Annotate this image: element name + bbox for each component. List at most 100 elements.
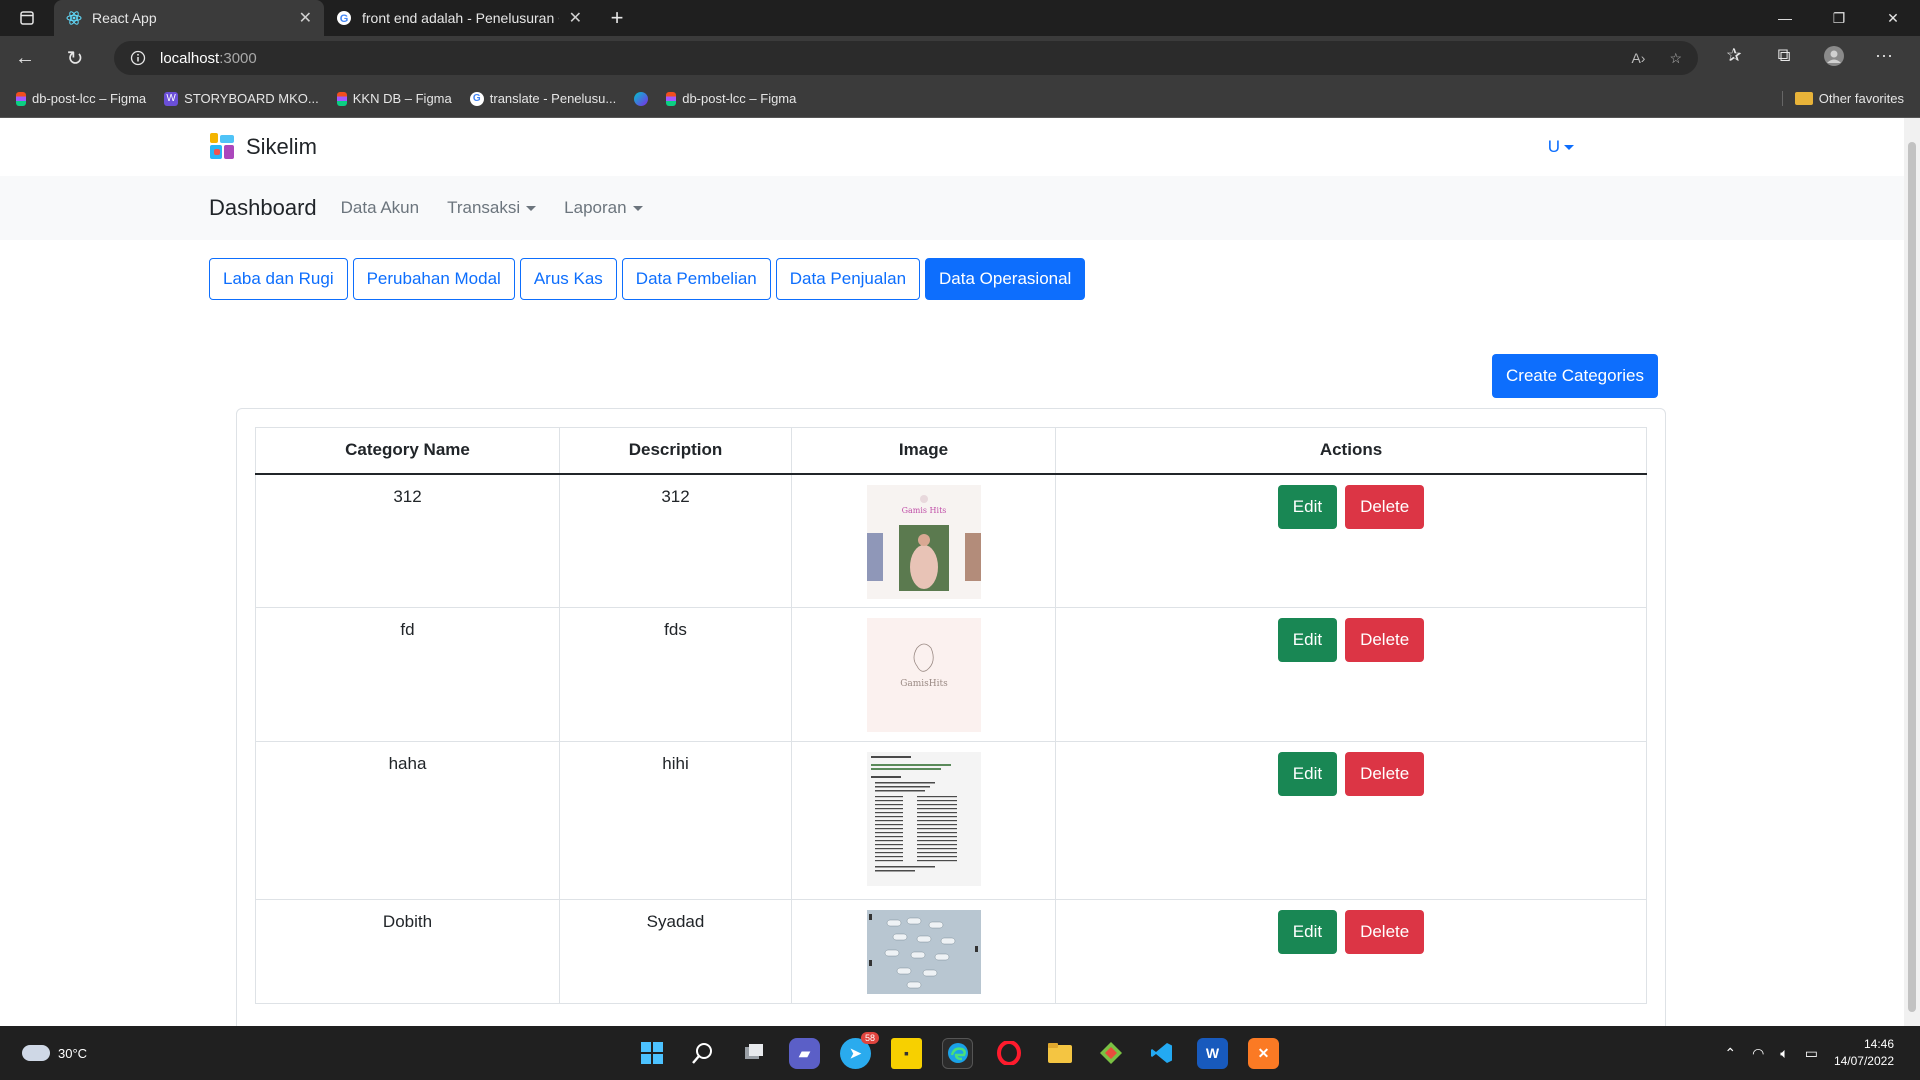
report-tab-perubahan-modal[interactable]: Perubahan Modal: [352, 258, 515, 300]
clock[interactable]: 14:46 14/07/2022: [1834, 1036, 1894, 1070]
teams-chat-icon[interactable]: ▰: [789, 1037, 820, 1069]
report-tab-arus-kas[interactable]: Arus Kas: [519, 258, 617, 300]
bookmark-label: KKN DB – Figma: [352, 91, 452, 106]
bookmark-label: db-post-lcc – Figma: [682, 91, 797, 106]
volume-icon[interactable]: 🔈︎: [1780, 1045, 1788, 1062]
sticky-notes-icon[interactable]: ▪: [891, 1037, 922, 1069]
image-cell: GamisHits: [791, 607, 1056, 742]
other-favorites[interactable]: Other favorites: [1781, 91, 1904, 106]
brand-name: Sikelim: [246, 134, 317, 159]
system-tray: ⌃ ◠ 🔈︎ ▭ 14:46 14/07/2022: [1724, 1036, 1894, 1070]
opera-icon[interactable]: [993, 1038, 1024, 1069]
wifi-icon[interactable]: ◠: [1752, 1045, 1764, 1062]
bookmark-label: translate - Penelusu...: [489, 91, 617, 106]
battery-icon[interactable]: ▭: [1805, 1045, 1818, 1062]
page-scrollbar[interactable]: [1904, 118, 1920, 1026]
report-tab-data-pembelian[interactable]: Data Pembelian: [621, 258, 771, 300]
report-tab-data-penjualan[interactable]: Data Penjualan: [775, 258, 921, 300]
delete-button[interactable]: Delete: [1345, 752, 1425, 796]
favorites-icon[interactable]: ✰: [1716, 45, 1752, 72]
other-favorites-label: Other favorites: [1818, 91, 1904, 106]
edit-button[interactable]: Edit: [1277, 910, 1338, 954]
chevron-down-icon: [632, 205, 643, 211]
gamis-hits-logo-image: GamisHits: [866, 618, 981, 732]
row-actions: Edit Delete: [1056, 618, 1646, 662]
taskbar: 30°C ▰ ➤ 58 ▪ W ✕ ⌃ ◠ 🔈︎ ▭ 14:46 14/07/2…: [0, 1026, 1920, 1080]
nav-dashboard[interactable]: Dashboard: [209, 195, 317, 221]
back-icon[interactable]: ←: [0, 36, 50, 80]
diagram-screenshot-image: [866, 910, 981, 994]
telegram-icon[interactable]: ➤ 58: [840, 1031, 879, 1069]
weather-widget[interactable]: 30°C: [22, 1045, 87, 1061]
read-aloud-icon[interactable]: A›: [1631, 50, 1645, 67]
user-menu-dropdown[interactable]: U: [1548, 137, 1574, 157]
git-client-icon[interactable]: [1095, 1038, 1126, 1069]
close-tab-icon[interactable]: ✕: [299, 8, 312, 28]
close-tab-icon[interactable]: ✕: [569, 8, 582, 28]
chevron-up-icon[interactable]: ⌃: [1724, 1045, 1736, 1062]
bookmark-item[interactable]: db-post-lcc – Figma: [16, 91, 146, 106]
delete-button[interactable]: Delete: [1345, 910, 1425, 954]
windows-start-icon[interactable]: [636, 1038, 667, 1069]
report-tab-laba-rugi[interactable]: Laba dan Rugi: [209, 258, 348, 300]
address-bar[interactable]: localhost:3000 A› ☆: [114, 41, 1698, 75]
tab-title: React App: [92, 10, 157, 26]
nav-transaksi-dropdown[interactable]: Transaksi: [447, 198, 537, 218]
profile-avatar-icon[interactable]: [1816, 45, 1852, 72]
address-toolbar: ← ↻ localhost:3000 A› ☆ ✰ ⧉ ···: [0, 36, 1920, 80]
folder-icon: [1047, 1043, 1072, 1063]
word-icon[interactable]: W: [1197, 1037, 1228, 1069]
edge-icon[interactable]: [942, 1037, 973, 1069]
close-window-icon[interactable]: ✕: [1866, 10, 1920, 27]
category-name-cell: 312: [255, 473, 560, 608]
xampp-icon[interactable]: ✕: [1248, 1037, 1279, 1069]
bookmark-item[interactable]: KKN DB – Figma: [336, 91, 452, 106]
chevron-down-icon: [1564, 144, 1574, 150]
vscode-logo-icon: [1150, 1043, 1172, 1063]
add-favorite-icon[interactable]: ☆: [1669, 50, 1682, 67]
edit-button[interactable]: Edit: [1277, 618, 1338, 662]
minimize-icon[interactable]: —: [1758, 10, 1812, 27]
bookmark-item[interactable]: [634, 91, 649, 106]
svg-text:G: G: [340, 13, 349, 25]
edit-button[interactable]: Edit: [1277, 484, 1338, 529]
reload-icon[interactable]: ↻: [50, 36, 100, 80]
bookmark-item[interactable]: db-post-lcc – Figma: [666, 91, 796, 106]
search-icon[interactable]: [687, 1038, 718, 1069]
nav-data-akun[interactable]: Data Akun: [341, 198, 419, 218]
column-header-description: Description: [559, 427, 792, 475]
bookmark-item[interactable]: Gtranslate - Penelusu...: [469, 91, 617, 106]
bookmark-item[interactable]: W STORYBOARD MKO...: [164, 91, 319, 106]
figma-icon: [666, 91, 677, 106]
tab-google-search[interactable]: G front end adalah - Penelusuran G ✕: [324, 0, 594, 36]
task-view-icon[interactable]: [738, 1038, 769, 1069]
delete-button[interactable]: Delete: [1345, 618, 1425, 662]
brand[interactable]: Sikelim: [210, 133, 317, 161]
actions-cell: Edit Delete: [1055, 899, 1647, 1004]
site-info-icon[interactable]: [130, 50, 146, 66]
tab-actions-button[interactable]: [0, 0, 54, 36]
vscode-icon[interactable]: [1146, 1038, 1177, 1069]
collections-icon[interactable]: ⧉: [1766, 45, 1802, 72]
report-tab-data-operasional[interactable]: Data Operasional: [925, 258, 1086, 300]
more-menu-icon[interactable]: ···: [1866, 45, 1902, 72]
new-tab-icon[interactable]: +: [602, 5, 632, 31]
categories-card: Category Name Description Image Actions …: [236, 408, 1666, 1026]
delete-button[interactable]: Delete: [1345, 484, 1425, 529]
edit-button[interactable]: Edit: [1277, 752, 1338, 796]
nav-laporan-dropdown[interactable]: Laporan: [564, 198, 643, 218]
description-cell: 312: [559, 473, 792, 608]
create-categories-button[interactable]: Create Categories: [1492, 354, 1658, 398]
sikelim-logo-icon: [210, 133, 236, 161]
categories-table: Category Name Description Image Actions …: [255, 427, 1647, 1004]
restore-icon[interactable]: ❐: [1812, 10, 1866, 27]
taskbar-apps: ▰ ➤ 58 ▪ W ✕: [636, 1026, 1279, 1080]
url-port: :3000: [219, 49, 257, 67]
scrollbar-thumb[interactable]: [1908, 142, 1916, 1012]
tab-react-app[interactable]: React App ✕: [54, 0, 324, 36]
file-explorer-icon[interactable]: [1044, 1038, 1075, 1069]
image-cell: [791, 741, 1056, 900]
w-icon: W: [164, 91, 179, 106]
clock-time: 14:46: [1863, 1037, 1894, 1051]
favorites-bar: db-post-lcc – Figma W STORYBOARD MKO... K…: [0, 80, 1920, 118]
